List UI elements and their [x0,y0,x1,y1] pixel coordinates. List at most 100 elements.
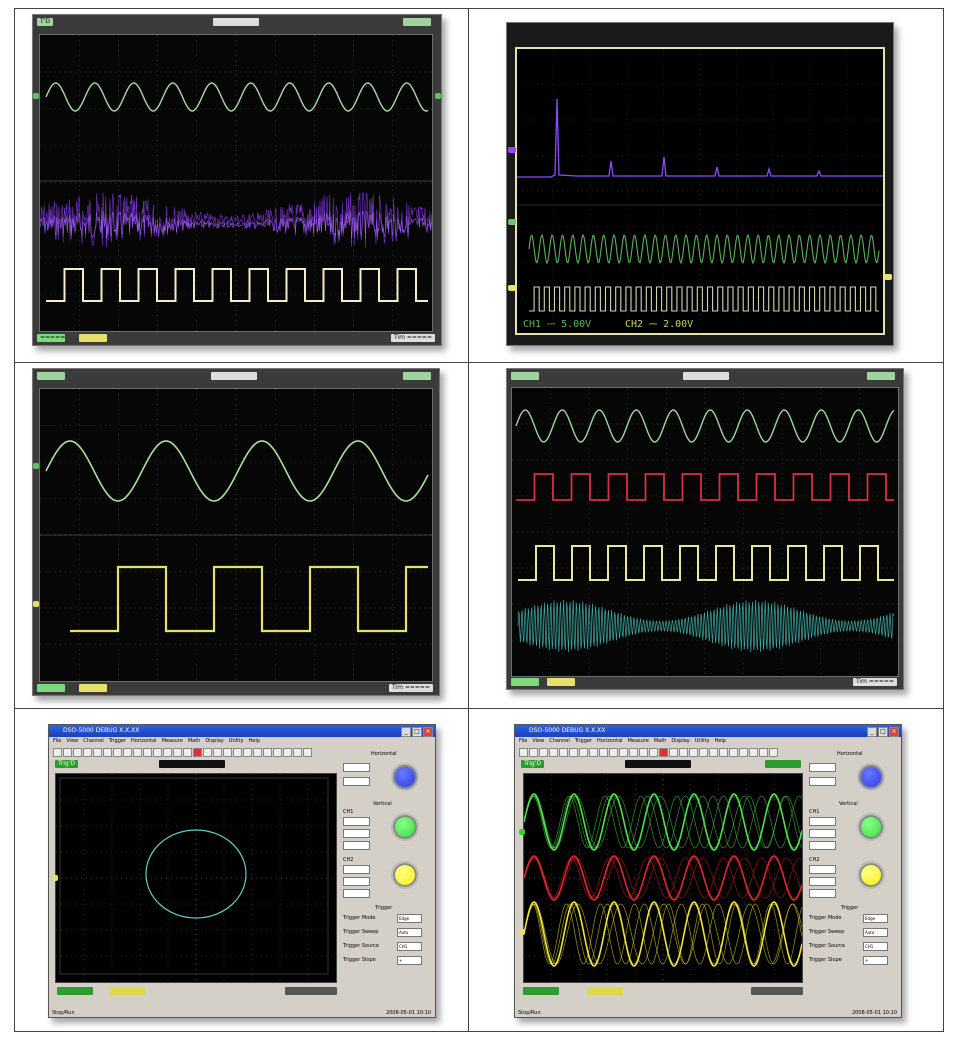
toolbar-icon[interactable] [739,748,748,757]
toolbar-icon[interactable] [769,748,778,757]
toolbar-icon[interactable] [283,748,292,757]
ch2-volts-select[interactable] [809,865,836,874]
toolbar-icon[interactable] [223,748,232,757]
toolbar-icon[interactable] [63,748,72,757]
toolbar-icon[interactable] [539,748,548,757]
position-select[interactable] [343,777,370,786]
toolbar-icon[interactable] [589,748,598,757]
minimize-button[interactable]: _ [401,727,411,737]
menu-item-channel[interactable]: Channel [549,738,570,744]
toolbar-icon[interactable] [263,748,272,757]
position-select[interactable] [809,777,836,786]
toolbar-icon[interactable] [679,748,688,757]
menu-item-horizontal[interactable]: Horizontal [597,738,623,744]
menu-item-measure[interactable]: Measure [162,738,183,744]
menu-item-help[interactable]: Help [248,738,259,744]
toolbar-icon[interactable] [659,748,668,757]
trigger-mode-select[interactable]: Edge [397,914,422,923]
toolbar-icon[interactable] [163,748,172,757]
time-div-select[interactable] [809,763,836,772]
menu-item-view[interactable]: View [532,738,544,744]
ch1-volts-select[interactable] [343,817,370,826]
toolbar-icon[interactable] [749,748,758,757]
toolbar-icon[interactable] [629,748,638,757]
toolbar-icon[interactable] [233,748,242,757]
toolbar-icon[interactable] [549,748,558,757]
toolbar-icon[interactable] [649,748,658,757]
menu-item-math[interactable]: Math [188,738,201,744]
ch2-knob[interactable] [391,861,419,889]
menu-item-measure[interactable]: Measure [628,738,649,744]
ch1-knob[interactable] [857,813,885,841]
trigger-slope-select[interactable]: + [863,956,888,965]
toolbar-icon[interactable] [133,748,142,757]
ch1-coupling-select[interactable] [809,829,836,838]
toolbar-icon[interactable] [619,748,628,757]
menu-item-utility[interactable]: Utility [695,738,710,744]
toolbar-icon[interactable] [303,748,312,757]
toolbar-icon[interactable] [93,748,102,757]
toolbar-icon[interactable] [639,748,648,757]
trigger-sweep-select[interactable]: Auto [863,928,888,937]
toolbar-icon[interactable] [193,748,202,757]
toolbar-icon[interactable] [173,748,182,757]
ch2-coupling-select[interactable] [809,877,836,886]
toolbar-icon[interactable] [253,748,262,757]
toolbar-icon[interactable] [53,748,62,757]
menu-item-trigger[interactable]: Trigger [575,738,592,744]
ch1-probe-select[interactable] [809,841,836,850]
toolbar-icon[interactable] [669,748,678,757]
menu-item-utility[interactable]: Utility [229,738,244,744]
trigger-sweep-select[interactable]: Auto [397,928,422,937]
toolbar-icon[interactable] [203,748,212,757]
toolbar-icon[interactable] [569,748,578,757]
toolbar-icon[interactable] [719,748,728,757]
ch1-coupling-select[interactable] [343,829,370,838]
ch2-volts-select[interactable] [343,865,370,874]
ch2-knob[interactable] [857,861,885,889]
trigger-slope-select[interactable]: + [397,956,422,965]
menu-item-display[interactable]: Display [671,738,689,744]
toolbar-icon[interactable] [123,748,132,757]
ch1-checkbox[interactable]: CH1 [343,809,353,815]
ch2-checkbox[interactable]: CH2 [343,857,353,863]
toolbar-icon[interactable] [529,748,538,757]
menu-item-view[interactable]: View [66,738,78,744]
toolbar-icon[interactable] [153,748,162,757]
trigger-source-select[interactable]: CH1 [863,942,888,951]
ch1-checkbox[interactable]: CH1 [809,809,819,815]
menu-item-horizontal[interactable]: Horizontal [131,738,157,744]
ch2-coupling-select[interactable] [343,877,370,886]
toolbar-icon[interactable] [519,748,528,757]
minimize-button[interactable]: _ [867,727,877,737]
toolbar-icon[interactable] [103,748,112,757]
close-button[interactable]: × [423,727,433,737]
toolbar-icon[interactable] [689,748,698,757]
menu-item-channel[interactable]: Channel [83,738,104,744]
close-button[interactable]: × [889,727,899,737]
ch2-checkbox[interactable]: CH2 [809,857,819,863]
toolbar-icon[interactable] [113,748,122,757]
trigger-mode-select[interactable]: Edge [863,914,888,923]
toolbar-icon[interactable] [293,748,302,757]
toolbar-icon[interactable] [83,748,92,757]
trigger-source-select[interactable]: CH1 [397,942,422,951]
toolbar-icon[interactable] [729,748,738,757]
time-div-select[interactable] [343,763,370,772]
toolbar-icon[interactable] [243,748,252,757]
menu-item-file[interactable]: File [53,738,61,744]
toolbar-icon[interactable] [183,748,192,757]
horizontal-knob[interactable] [391,763,419,791]
toolbar-icon[interactable] [709,748,718,757]
maximize-button[interactable]: □ [878,727,888,737]
menu-item-file[interactable]: File [519,738,527,744]
ch1-probe-select[interactable] [343,841,370,850]
ch1-volts-select[interactable] [809,817,836,826]
maximize-button[interactable]: □ [412,727,422,737]
toolbar-icon[interactable] [143,748,152,757]
menu-item-trigger[interactable]: Trigger [109,738,126,744]
menu-item-help[interactable]: Help [714,738,725,744]
toolbar-icon[interactable] [599,748,608,757]
toolbar-icon[interactable] [609,748,618,757]
toolbar-icon[interactable] [273,748,282,757]
